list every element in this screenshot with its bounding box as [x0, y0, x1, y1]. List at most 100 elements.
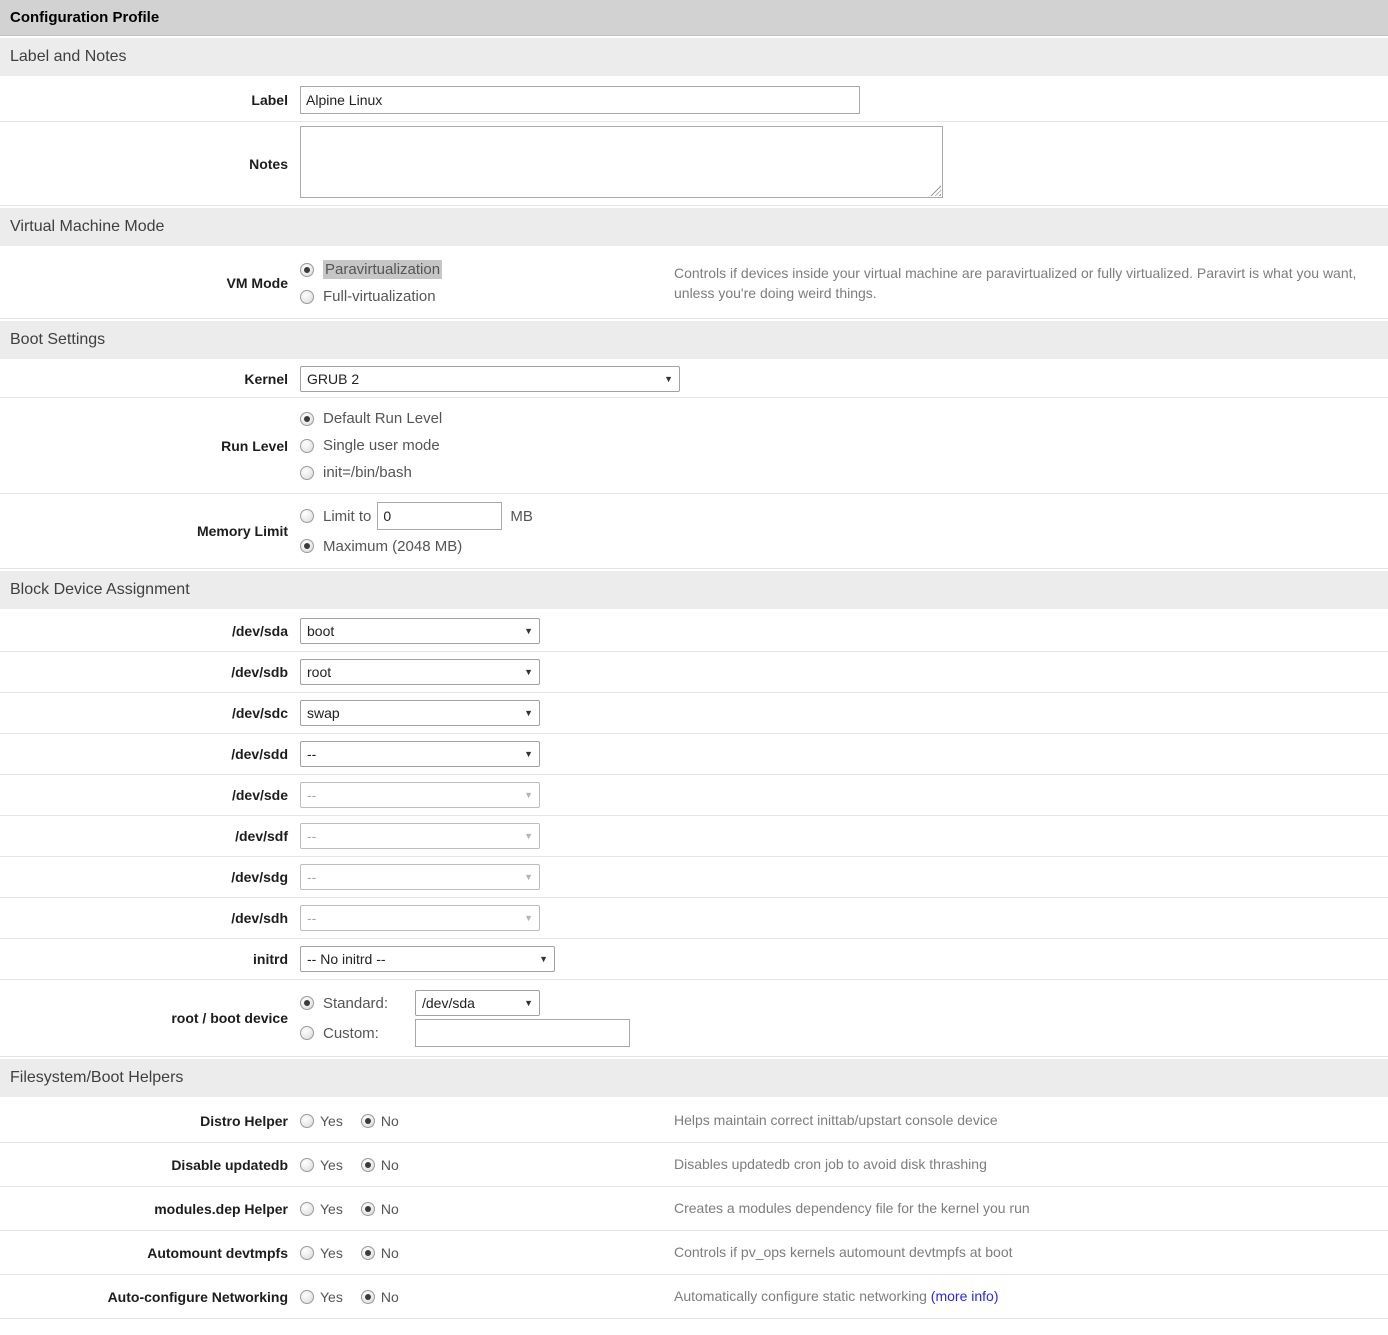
- radio-label-yes[interactable]: Yes: [320, 1113, 343, 1129]
- radio-no[interactable]: [361, 1290, 375, 1304]
- device-select[interactable]: -- ▼: [300, 741, 540, 767]
- block-device-row: /dev/sdb root ▼: [0, 652, 1388, 693]
- radio-label-no[interactable]: No: [381, 1289, 399, 1305]
- helper-row: modules.dep Helper Yes No Creates a modu…: [0, 1187, 1388, 1231]
- device-select[interactable]: swap ▼: [300, 700, 540, 726]
- radio-single-user-mode[interactable]: [300, 439, 314, 453]
- custom-label[interactable]: Custom:: [323, 1025, 409, 1042]
- radio-limit-to[interactable]: [300, 509, 314, 523]
- page-title-bar: Configuration Profile: [0, 0, 1388, 36]
- radio-label-yes[interactable]: Yes: [320, 1157, 343, 1173]
- root-boot-device-row: root / boot device Standard: /dev/sda ▼ …: [0, 980, 1388, 1057]
- dropdown-arrow-icon: ▼: [524, 998, 533, 1008]
- limit-to-label[interactable]: Limit to: [323, 508, 371, 525]
- footer-spacer: [0, 1319, 1388, 1335]
- radio-label-maximum-memory[interactable]: Maximum (2048 MB): [323, 538, 462, 555]
- radio-custom-device[interactable]: [300, 1026, 314, 1040]
- device-select-value: --: [307, 787, 316, 803]
- helper-row: Distro Helper Yes No Helps maintain corr…: [0, 1099, 1388, 1143]
- run-level-label: Run Level: [221, 438, 288, 454]
- device-select: -- ▼: [300, 905, 540, 931]
- device-label: /dev/sdh: [231, 910, 288, 926]
- section-filesystem-boot-helpers: Filesystem/Boot Helpers: [0, 1059, 1388, 1097]
- helper-label: Disable updatedb: [171, 1157, 288, 1173]
- device-select: -- ▼: [300, 864, 540, 890]
- standard-device-select[interactable]: /dev/sda ▼: [415, 990, 540, 1016]
- radio-label-yes[interactable]: Yes: [320, 1201, 343, 1217]
- radio-no[interactable]: [361, 1246, 375, 1260]
- helper-row: Disable updatedb Yes No Disables updated…: [0, 1143, 1388, 1187]
- memory-limit-input[interactable]: [377, 502, 502, 530]
- radio-yes[interactable]: [300, 1202, 314, 1216]
- radio-label-yes[interactable]: Yes: [320, 1245, 343, 1261]
- helper-label: modules.dep Helper: [154, 1201, 288, 1217]
- more-info-link[interactable]: (more info): [931, 1288, 999, 1304]
- dropdown-arrow-icon: ▼: [524, 708, 533, 718]
- notes-field-label: Notes: [249, 156, 288, 172]
- device-label: /dev/sdc: [232, 705, 288, 721]
- radio-yes[interactable]: [300, 1114, 314, 1128]
- device-label: /dev/sdg: [231, 869, 288, 885]
- initrd-select[interactable]: -- No initrd -- ▼: [300, 946, 555, 972]
- radio-default-run-level[interactable]: [300, 412, 314, 426]
- device-select-value: --: [307, 746, 316, 762]
- radio-label-init-bin-bash[interactable]: init=/bin/bash: [323, 464, 412, 481]
- radio-no[interactable]: [361, 1158, 375, 1172]
- helper-label: Auto-configure Networking: [108, 1289, 288, 1305]
- device-label: /dev/sda: [232, 623, 288, 639]
- dropdown-arrow-icon: ▼: [524, 667, 533, 677]
- radio-full-virtualization[interactable]: [300, 290, 314, 304]
- radio-label-single-user-mode[interactable]: Single user mode: [323, 437, 440, 454]
- radio-yes[interactable]: [300, 1246, 314, 1260]
- root-boot-device-label: root / boot device: [171, 1010, 288, 1026]
- radio-label-no[interactable]: No: [381, 1157, 399, 1173]
- radio-label-no[interactable]: No: [381, 1245, 399, 1261]
- device-select-value: swap: [307, 705, 340, 721]
- label-input[interactable]: [300, 86, 860, 114]
- block-device-row: /dev/sde -- ▼: [0, 775, 1388, 816]
- memory-limit-row: Memory Limit Limit to MB Maximum (2048 M…: [0, 494, 1388, 569]
- vm-mode-row: VM Mode Paravirtualization Full-virtuali…: [0, 248, 1388, 319]
- notes-row: Notes: [0, 122, 1388, 206]
- initrd-label: initrd: [253, 951, 288, 967]
- custom-device-input[interactable]: [415, 1019, 630, 1047]
- radio-standard-device[interactable]: [300, 996, 314, 1010]
- radio-label-default-run-level[interactable]: Default Run Level: [323, 410, 442, 427]
- dropdown-arrow-icon: ▼: [524, 790, 533, 800]
- radio-yes[interactable]: [300, 1290, 314, 1304]
- label-row: Label: [0, 78, 1388, 122]
- device-select-value: root: [307, 664, 331, 680]
- device-select[interactable]: root ▼: [300, 659, 540, 685]
- helper-help-text: Controls if pv_ops kernels automount dev…: [674, 1244, 1013, 1260]
- helper-row: Auto-configure Networking Yes No Automat…: [0, 1275, 1388, 1319]
- memory-limit-label: Memory Limit: [197, 523, 288, 539]
- radio-label-full-virtualization[interactable]: Full-virtualization: [323, 288, 436, 305]
- dropdown-arrow-icon: ▼: [524, 749, 533, 759]
- block-device-row: /dev/sda boot ▼: [0, 611, 1388, 652]
- standard-device-select-value: /dev/sda: [422, 995, 475, 1011]
- radio-maximum-memory[interactable]: [300, 539, 314, 553]
- standard-label[interactable]: Standard:: [323, 995, 409, 1012]
- radio-no[interactable]: [361, 1114, 375, 1128]
- radio-label-paravirtualization[interactable]: Paravirtualization: [323, 260, 442, 279]
- vm-mode-label: VM Mode: [227, 275, 288, 291]
- helper-row: Automount devtmpfs Yes No Controls if pv…: [0, 1231, 1388, 1275]
- radio-paravirtualization[interactable]: [300, 263, 314, 277]
- radio-label-no[interactable]: No: [381, 1113, 399, 1129]
- radio-no[interactable]: [361, 1202, 375, 1216]
- notes-textarea[interactable]: [300, 126, 943, 198]
- device-select-value: --: [307, 910, 316, 926]
- helper-help-text: Disables updatedb cron job to avoid disk…: [674, 1156, 987, 1172]
- radio-init-bin-bash[interactable]: [300, 466, 314, 480]
- kernel-select-value: GRUB 2: [307, 371, 359, 387]
- section-title: Label and Notes: [10, 48, 127, 66]
- radio-yes[interactable]: [300, 1158, 314, 1172]
- helper-label: Distro Helper: [200, 1113, 288, 1129]
- helper-label: Automount devtmpfs: [147, 1245, 288, 1261]
- radio-label-no[interactable]: No: [381, 1201, 399, 1217]
- device-select-value: --: [307, 869, 316, 885]
- device-select[interactable]: boot ▼: [300, 618, 540, 644]
- device-label: /dev/sdd: [231, 746, 288, 762]
- radio-label-yes[interactable]: Yes: [320, 1289, 343, 1305]
- kernel-select[interactable]: GRUB 2 ▼: [300, 366, 680, 392]
